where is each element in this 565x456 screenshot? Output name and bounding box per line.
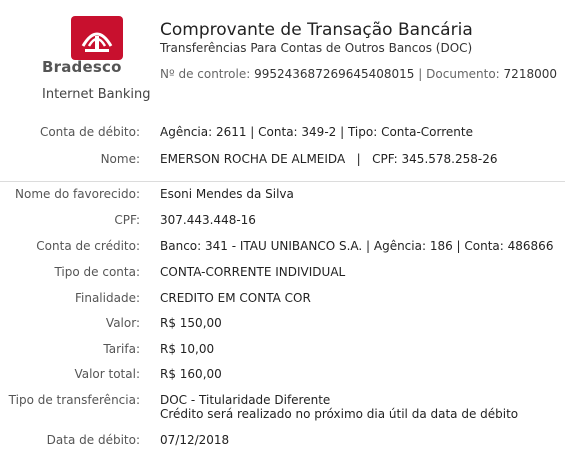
field-label: Data de débito: (46, 433, 140, 447)
bradesco-logo (71, 16, 123, 60)
bradesco-tree-icon (81, 32, 113, 52)
brand-subtitle: Internet Banking (42, 87, 151, 102)
field-label: Nome do favorecido: (15, 187, 140, 201)
field-label: Tarifa: (103, 342, 140, 356)
field-label: Conta de crédito: (36, 239, 140, 253)
field-value: R$ 160,00 (160, 367, 222, 381)
field-value: CREDITO EM CONTA COR (160, 291, 311, 305)
field-value-block: DOC - Titularidade Diferente Crédito ser… (160, 393, 518, 421)
brand-name: Bradesco (42, 58, 122, 76)
separator: | (418, 67, 423, 81)
field-value: CONTA-CORRENTE INDIVIDUAL (160, 265, 346, 279)
page-title: Comprovante de Transação Bancária (160, 20, 473, 40)
field-label: Nome: (100, 152, 140, 166)
field-value: 07/12/2018 (160, 433, 230, 447)
field-value: Banco: 341 - ITAU UNIBANCO S.A. | Agênci… (160, 239, 554, 253)
field-label: Tipo de conta: (54, 265, 140, 279)
field-value: R$ 10,00 (160, 342, 215, 356)
field-label: Valor: (105, 316, 140, 330)
page-subtitle: Transferências Para Contas de Outros Ban… (160, 41, 473, 55)
field-value-note: Crédito será realizado no próximo dia út… (160, 407, 519, 421)
field-label: Valor total: (74, 367, 140, 381)
control-value: 995243687269645408015 (254, 67, 415, 81)
field-label: CPF: (114, 213, 140, 227)
document-value: 7218000 (503, 67, 557, 81)
control-label: Nº de controle: (160, 67, 251, 81)
section-divider (0, 181, 565, 182)
field-value: DOC - Titularidade Diferente (160, 393, 331, 407)
document-label: Documento: (426, 67, 500, 81)
field-label: Tipo de transferência: (8, 393, 140, 407)
control-line: Nº de controle: 995243687269645408015 | … (160, 67, 557, 81)
field-label: Conta de débito: (39, 125, 140, 139)
field-value: Agência: 2611 | Conta: 349-2 | Tipo: Con… (160, 125, 473, 139)
field-value: 307.443.448-16 (160, 213, 256, 227)
field-value: Esoni Mendes da Silva (160, 187, 294, 201)
field-value: EMERSON ROCHA DE ALMEIDA | CPF: 345.578.… (160, 152, 498, 166)
field-label: Finalidade: (74, 291, 140, 305)
field-value: R$ 150,00 (160, 316, 222, 330)
